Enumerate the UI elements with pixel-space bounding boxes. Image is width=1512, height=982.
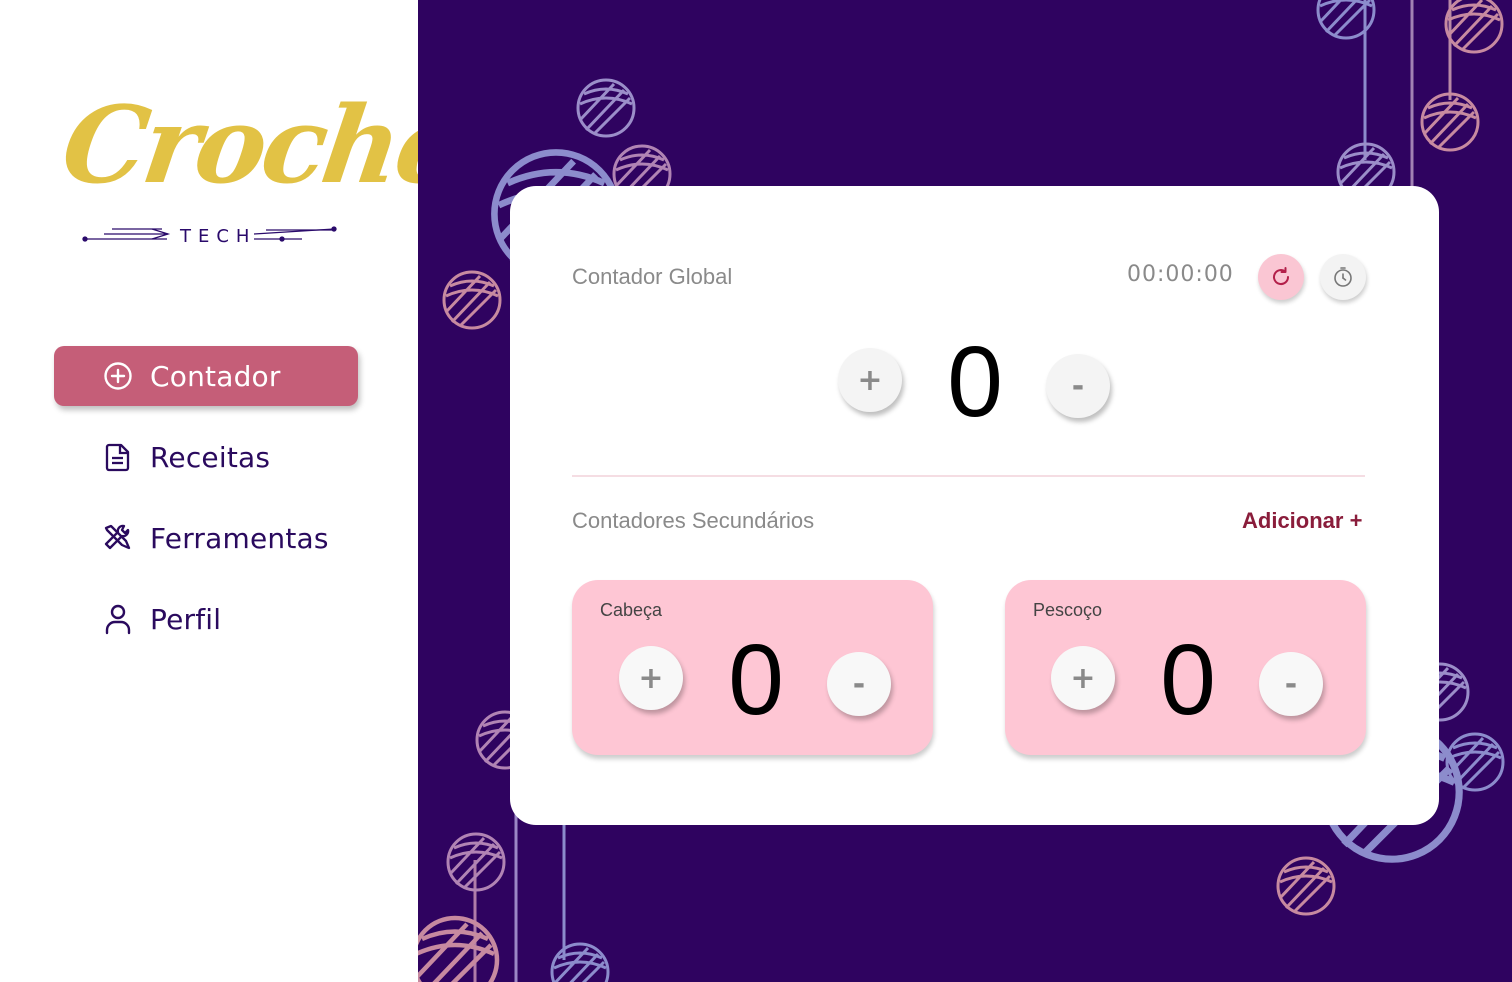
sidebar-item-contador[interactable]: Contador [54,346,358,406]
brand-logo: Crochê TECH [55,70,469,260]
secondary-increment-button[interactable]: + [619,646,683,710]
secondary-decrement-button[interactable]: - [1259,652,1323,716]
sidebar-item-label: Perfil [150,602,222,636]
document-icon [102,441,134,473]
tools-icon [102,522,134,554]
user-icon [102,603,134,635]
reset-icon [1273,267,1290,286]
stopwatch-button[interactable] [1320,254,1366,300]
brand-tag: TECH [180,226,257,247]
minus-icon: - [1284,666,1298,702]
secondary-counter-card: Pescoço + 0 - [1005,580,1366,755]
counter-card: Contador Global 00:00:00 + 0 - Contadore… [510,186,1439,825]
global-counter-title: Contador Global [572,264,733,289]
plus-icon: + [638,660,664,696]
secondary-decrement-button[interactable]: - [827,652,891,716]
timer-display: 00:00:00 [1127,262,1234,287]
reset-button[interactable] [1258,254,1304,300]
secondary-counter-value: 0 [1160,624,1216,736]
global-increment-button[interactable]: + [838,348,902,412]
secondary-counter-label: Cabeça [600,600,663,620]
secondary-counter-card: Cabeça + 0 - [572,580,933,755]
sidebar-item-perfil[interactable]: Perfil [54,589,358,649]
secondary-counter-value: 0 [728,624,784,736]
sidebar-item-label: Receitas [150,440,271,474]
sidebar-item-ferramentas[interactable]: Ferramentas [54,508,358,568]
global-counter-value: 0 [947,326,1003,438]
sidebar-item-label: Ferramentas [150,521,329,555]
secondary-counters-title: Contadores Secundários [572,508,815,533]
stopwatch-icon [1334,267,1352,287]
secondary-increment-button[interactable]: + [1051,646,1115,710]
secondary-counter-label: Pescoço [1033,600,1103,620]
brand-script: Crochê [55,82,469,207]
sidebar-item-label: Contador [150,359,281,393]
minus-icon: - [852,666,866,702]
plus-icon: + [1070,660,1096,696]
sidebar-nav: Contador Receitas Ferramentas Perfil [54,346,358,670]
sidebar: Crochê TECH Contador Receitas Ferramenta… [0,0,469,982]
add-counter-button[interactable]: Adicionar + [1242,508,1362,534]
section-divider [572,475,1365,477]
minus-icon: - [1071,368,1085,404]
plus-circle-icon [102,360,134,392]
plus-icon: + [857,362,883,398]
global-decrement-button[interactable]: - [1046,354,1110,418]
sidebar-item-receitas[interactable]: Receitas [54,427,358,487]
